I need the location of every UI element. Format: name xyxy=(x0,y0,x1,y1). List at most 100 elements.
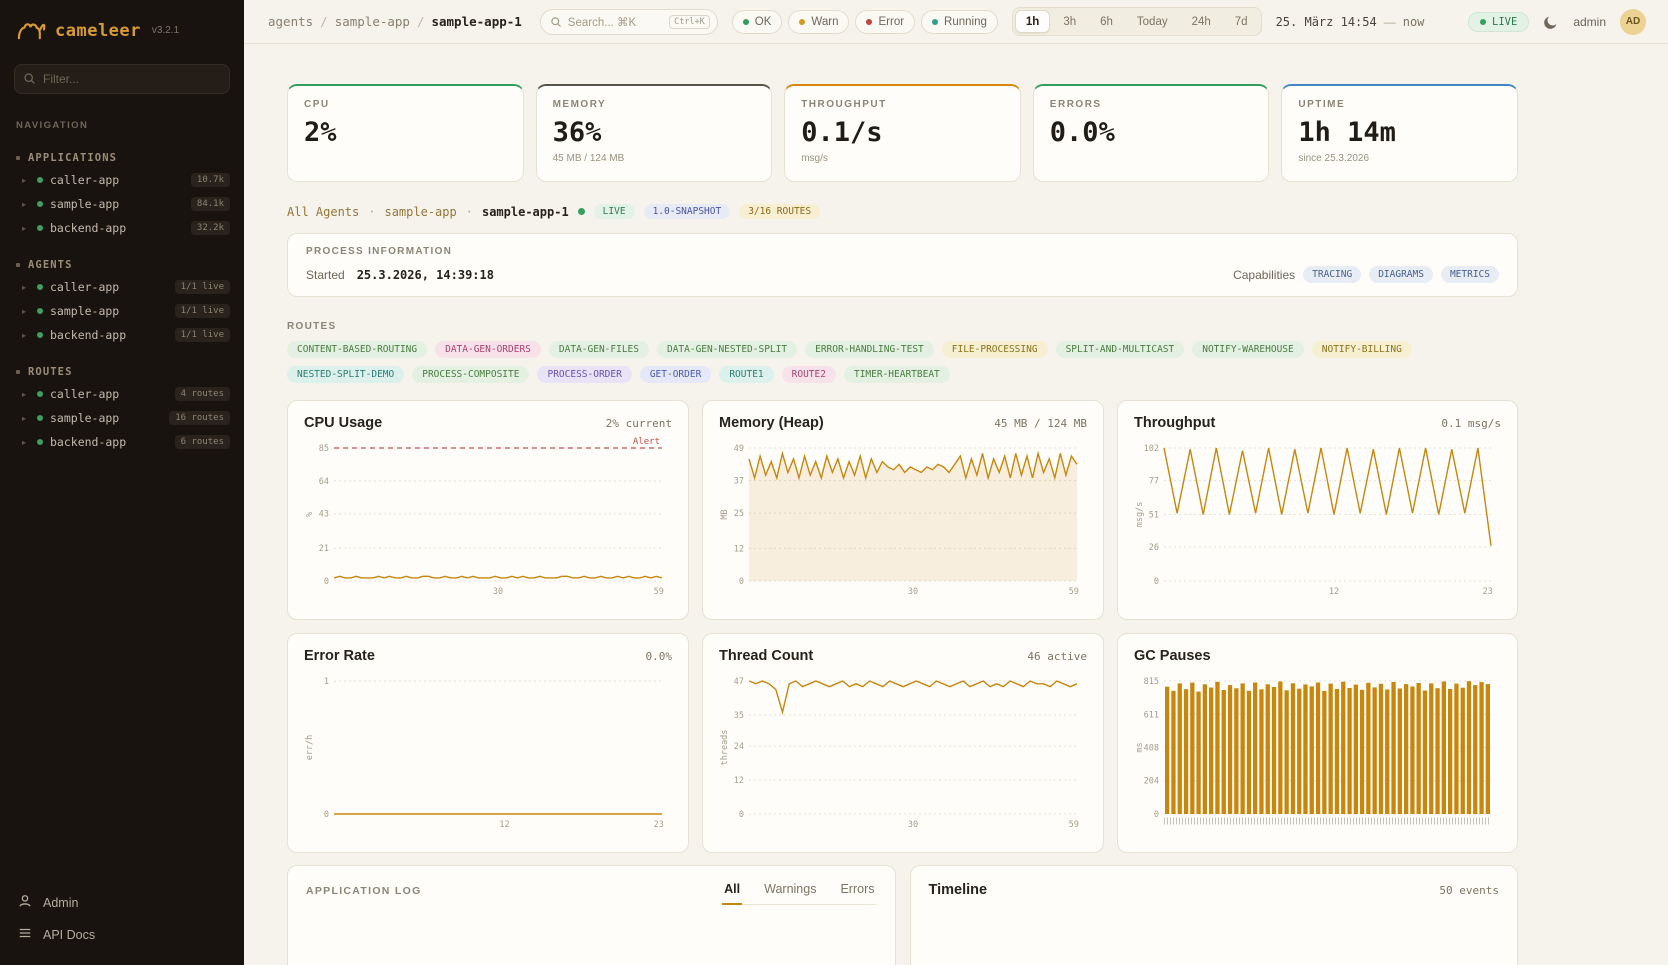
separator-dot: · xyxy=(466,205,473,219)
sidebar-item-badge: 6 routes xyxy=(175,435,230,449)
sidebar-item-applications-backend-app[interactable]: ▸backend-app32.2k xyxy=(0,216,244,240)
user-menu[interactable]: admin xyxy=(1573,15,1606,29)
footer-link-label: Admin xyxy=(43,896,78,910)
sidebar-footer: Admin API Docs xyxy=(0,880,244,965)
dark-mode-toggle[interactable] xyxy=(1543,14,1559,30)
footer-link-api-docs[interactable]: API Docs xyxy=(18,926,226,943)
status-filter-running[interactable]: Running xyxy=(921,10,998,34)
route-chip-timer-heartbeat[interactable]: TIMER-HEARTBEAT xyxy=(844,366,950,383)
svg-text:30: 30 xyxy=(493,587,503,597)
time-range-7d[interactable]: 7d xyxy=(1224,10,1259,33)
error-rate-chart: 011223err/h xyxy=(304,668,672,832)
time-range-selector: 1h3h6hToday24h7d xyxy=(1012,7,1262,36)
breadcrumb-link-sample-app[interactable]: sample-app xyxy=(335,14,410,29)
route-chip-nested-split-demo[interactable]: NESTED-SPLIT-DEMO xyxy=(287,366,404,383)
status-filter-warn[interactable]: Warn xyxy=(788,10,849,34)
group-bullet-icon xyxy=(16,370,20,374)
chart-card-error-rate: Error Rate0.0% 011223err/h xyxy=(287,633,689,853)
chart-header: GC Pauses xyxy=(1134,648,1501,664)
capability-chip-diagrams: DIAGRAMS xyxy=(1369,266,1433,283)
sidebar-item-label: sample-app xyxy=(50,304,168,318)
status-dot-icon xyxy=(866,19,872,25)
status-filter-error[interactable]: Error xyxy=(855,10,915,34)
agent-link-all-agents[interactable]: All Agents xyxy=(287,205,359,219)
route-chip-notify-billing[interactable]: NOTIFY-BILLING xyxy=(1312,341,1412,358)
sidebar-item-agents-sample-app[interactable]: ▸ sample-app 1/1 live xyxy=(0,299,244,323)
svg-text:0: 0 xyxy=(324,577,329,587)
route-chip-route1[interactable]: ROUTE1 xyxy=(719,366,773,383)
breadcrumb-link-agents[interactable]: agents xyxy=(268,14,313,29)
route-chip-data-gen-nested-split[interactable]: DATA-GEN-NESTED-SPLIT xyxy=(657,341,797,358)
route-chip-content-based-routing[interactable]: CONTENT-BASED-ROUTING xyxy=(287,341,427,358)
cpu-usage-plot-area: 0214364853059%Alert xyxy=(304,435,672,599)
route-chip-split-and-multicast[interactable]: SPLIT-AND-MULTICAST xyxy=(1056,341,1185,358)
started-label: Started xyxy=(306,268,345,282)
user-icon xyxy=(18,894,32,911)
route-chip-process-order[interactable]: PROCESS-ORDER xyxy=(537,366,631,383)
capability-chip-metrics: METRICS xyxy=(1441,266,1499,283)
time-range-today[interactable]: Today xyxy=(1126,10,1179,33)
route-chip-process-composite[interactable]: PROCESS-COMPOSITE xyxy=(412,366,529,383)
svg-text:0: 0 xyxy=(739,577,744,587)
svg-text:30: 30 xyxy=(908,587,918,597)
chart-current-value: 2% current xyxy=(606,417,672,430)
sidebar-item-applications-sample-app[interactable]: ▸sample-app84.1k xyxy=(0,192,244,216)
time-window-display[interactable]: 25. März 14:54 — now xyxy=(1276,15,1425,29)
sidebar-group-agents[interactable]: AGENTS xyxy=(0,252,244,275)
footer-link-admin[interactable]: Admin xyxy=(18,894,226,911)
search-icon xyxy=(23,72,36,85)
sidebar-item-badge: 1/1 live xyxy=(175,304,230,318)
chart-header: Error Rate0.0% xyxy=(304,648,672,664)
sidebar-group-routes[interactable]: ROUTES xyxy=(0,359,244,382)
list-icon xyxy=(18,926,32,943)
log-tab-errors[interactable]: Errors xyxy=(838,882,876,905)
log-tab-warnings[interactable]: Warnings xyxy=(762,882,818,905)
sidebar-item-routes-backend-app[interactable]: ▸backend-app6 routes xyxy=(0,430,244,454)
svg-text:ms: ms xyxy=(1135,742,1145,752)
chevron-right-icon: ▸ xyxy=(22,438,30,447)
agent-current: sample-app-1 xyxy=(482,205,569,219)
svg-text:64: 64 xyxy=(319,477,329,487)
time-range-1h[interactable]: 1h xyxy=(1015,10,1050,33)
route-chip-route2[interactable]: ROUTE2 xyxy=(782,366,836,383)
svg-text:err/h: err/h xyxy=(305,735,315,761)
svg-text:37: 37 xyxy=(734,477,744,487)
time-range-24h[interactable]: 24h xyxy=(1181,10,1222,33)
svg-text:Alert: Alert xyxy=(633,437,660,447)
status-filter-ok[interactable]: OK xyxy=(732,10,783,34)
svg-text:0: 0 xyxy=(1154,577,1159,587)
chart-title: Thread Count xyxy=(719,648,813,664)
route-chip-get-order[interactable]: GET-ORDER xyxy=(640,366,711,383)
live-toggle[interactable]: LIVE xyxy=(1468,12,1529,32)
sidebar-item-applications-caller-app[interactable]: ▸caller-app10.7k xyxy=(0,168,244,192)
stat-card-throughput: THROUGHPUT0.1/smsg/s xyxy=(784,84,1021,182)
route-chip-error-handling-test[interactable]: ERROR-HANDLING-TEST xyxy=(805,341,934,358)
time-range-6h[interactable]: 6h xyxy=(1089,10,1124,33)
route-chip-file-processing[interactable]: FILE-PROCESSING xyxy=(942,341,1048,358)
agent-breadcrumb-bar: All Agents·sample-app·sample-app-1LIVE1.… xyxy=(287,204,1518,219)
sidebar-item-routes-sample-app[interactable]: ▸sample-app16 routes xyxy=(0,406,244,430)
topbar: agents/sample-app/sample-app-1 Search...… xyxy=(244,0,1668,44)
stat-value: 1h 14m xyxy=(1298,117,1501,148)
global-search[interactable]: Search... ⌘K Ctrl+K xyxy=(540,9,718,35)
route-chip-data-gen-files[interactable]: DATA-GEN-FILES xyxy=(549,341,649,358)
sidebar-item-agents-backend-app[interactable]: ▸backend-app1/1 live xyxy=(0,323,244,347)
log-tab-all[interactable]: All xyxy=(722,882,742,905)
sidebar-group-applications[interactable]: APPLICATIONS xyxy=(0,145,244,168)
date-label: 25. März 14:54 xyxy=(1276,15,1377,29)
sidebar-item-routes-caller-app[interactable]: ▸caller-app4 routes xyxy=(0,382,244,406)
avatar[interactable]: AD xyxy=(1620,9,1646,35)
agent-badge-3-16-routes: 3/16 ROUTES xyxy=(739,204,820,219)
timeline-event-count: 50 events xyxy=(1439,884,1499,897)
route-chip-notify-warehouse[interactable]: NOTIFY-WAREHOUSE xyxy=(1192,341,1304,358)
stat-card-cpu: CPU2% xyxy=(287,84,524,182)
chevron-right-icon: ▸ xyxy=(22,307,30,316)
status-dot-icon xyxy=(743,19,749,25)
route-chip-data-gen-orders[interactable]: DATA-GEN-ORDERS xyxy=(435,341,541,358)
stat-subtext: msg/s xyxy=(801,153,1004,164)
svg-text:51: 51 xyxy=(1149,511,1159,521)
time-range-3h[interactable]: 3h xyxy=(1052,10,1087,33)
sidebar-item-agents-caller-app[interactable]: ▸caller-app1/1 live xyxy=(0,275,244,299)
filter-input[interactable] xyxy=(14,64,230,94)
agent-link-sample-app[interactable]: sample-app xyxy=(384,205,456,219)
